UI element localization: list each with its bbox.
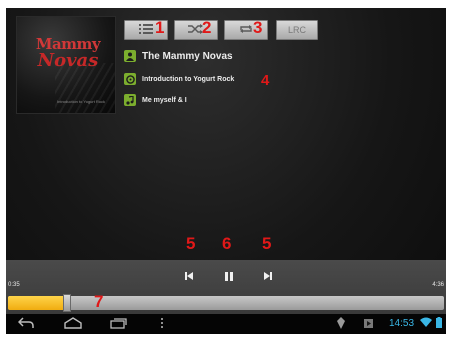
annotation-5-next: 5 [262, 234, 272, 253]
usb-debug-icon [336, 317, 346, 332]
status-clock: 14:53 [389, 318, 415, 329]
home-icon[interactable] [64, 317, 82, 332]
skip-next-icon [264, 272, 272, 282]
album-art-logo: Mammy Novas [27, 37, 109, 70]
album-art-logo-line2: Novas [37, 50, 99, 71]
music-player-screen: Mammy Novas Introduction to Yogurt Rock [6, 8, 446, 334]
elapsed-time: 0:35 [8, 282, 20, 288]
album-name: Introduction to Yogurt Rock [142, 75, 235, 83]
annotation-4: 4 [261, 72, 270, 89]
playback-control-bar: 0:35 4:36 7 [6, 260, 446, 314]
playlist-icon [139, 23, 153, 37]
overflow-menu-icon[interactable] [160, 317, 164, 332]
annotation-6: 6 [222, 234, 232, 253]
pause-button[interactable] [222, 270, 236, 284]
annotation-5-prev: 5 [186, 234, 196, 253]
artist-row: The Mammy Novas [124, 50, 233, 62]
song-title: Me myself & I [142, 96, 187, 104]
recent-apps-icon[interactable] [110, 317, 128, 332]
annotation-2: 2 [202, 18, 212, 37]
pause-icon [225, 271, 233, 283]
repeat-icon [239, 24, 253, 37]
album-row: Introduction to Yogurt Rock [124, 73, 234, 85]
artist-icon [124, 50, 136, 62]
system-nav-bar: 14:53 [6, 314, 446, 334]
progress-thumb[interactable] [63, 294, 71, 312]
annotation-3: 3 [253, 18, 263, 37]
album-art-subtitle: Introduction to Yogurt Rock [57, 99, 106, 104]
album-icon [124, 73, 136, 85]
lrc-button[interactable]: LRC [276, 20, 318, 40]
progress-fill [8, 296, 63, 310]
album-art: Mammy Novas Introduction to Yogurt Rock [16, 16, 116, 114]
progress-track[interactable] [8, 296, 444, 310]
skip-previous-icon [185, 272, 193, 282]
previous-button[interactable] [182, 270, 196, 284]
annotation-7: 7 [94, 292, 104, 311]
artist-name: The Mammy Novas [142, 50, 233, 62]
back-icon[interactable] [17, 317, 34, 332]
lrc-label: LRC [287, 25, 306, 35]
wifi-icon [420, 317, 432, 330]
song-row: Me myself & I [124, 94, 187, 106]
song-icon [124, 94, 136, 106]
total-time: 4:36 [432, 282, 444, 288]
battery-icon [436, 317, 442, 331]
annotation-1: 1 [155, 18, 165, 37]
media-notification-icon [364, 319, 373, 330]
next-button[interactable] [261, 270, 275, 284]
